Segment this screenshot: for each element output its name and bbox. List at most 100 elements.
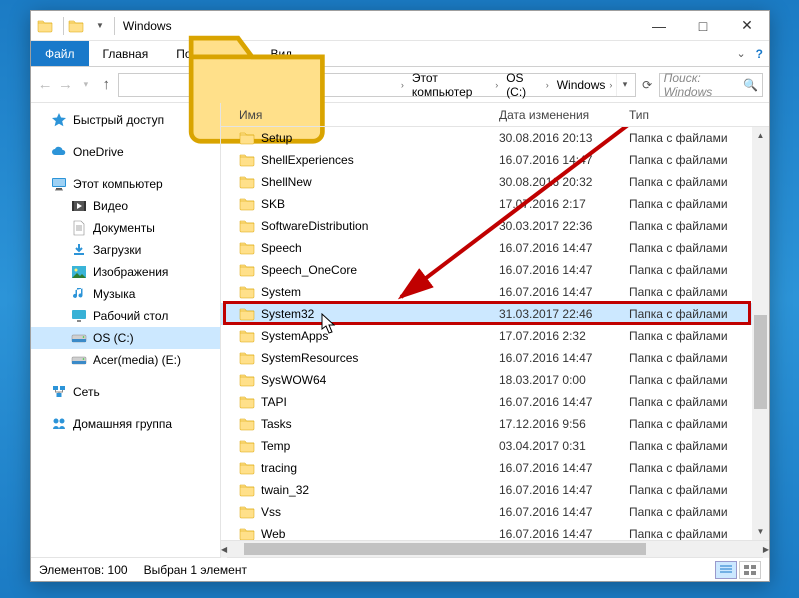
search-input[interactable]: Поиск: Windows 🔍 <box>659 73 763 97</box>
scroll-right-icon[interactable]: ▶ <box>763 541 769 558</box>
scrollbar-horizontal[interactable]: ◀ ▶ <box>221 540 769 557</box>
file-row[interactable]: tracing16.07.2016 14:47Папка с файлами <box>221 457 769 479</box>
column-headers[interactable]: Имя Дата изменения Тип <box>221 103 769 127</box>
file-date: 16.07.2016 14:47 <box>499 263 629 277</box>
file-date: 18.03.2017 0:00 <box>499 373 629 387</box>
breadcrumb-thispc[interactable]: Этот компьютер› <box>408 74 502 96</box>
folder-icon <box>239 394 255 410</box>
col-header-type[interactable]: Тип <box>629 108 752 122</box>
recent-dropdown-icon[interactable]: ▾ <box>78 72 94 98</box>
file-type: Папка с файлами <box>629 329 769 343</box>
breadcrumb-windows[interactable]: Windows› <box>553 74 617 96</box>
file-date: 17.07.2016 2:17 <box>499 197 629 211</box>
ribbon-help-icon[interactable]: ? <box>756 47 763 61</box>
file-list[interactable]: Setup30.08.2016 20:13Папка с файламиShel… <box>221 127 769 540</box>
osc-icon <box>71 330 87 346</box>
file-type: Папка с файлами <box>629 505 769 519</box>
folder-icon <box>239 350 255 366</box>
file-name: SKB <box>261 197 499 211</box>
col-header-date[interactable]: Дата изменения <box>499 108 629 122</box>
nav-onedrive[interactable]: OneDrive <box>31 141 220 163</box>
qat-properties-icon[interactable] <box>68 18 84 34</box>
documents-icon <box>71 220 87 236</box>
file-row[interactable]: ShellNew30.08.2016 20:32Папка с файлами <box>221 171 769 193</box>
nav-item-documents[interactable]: Документы <box>31 217 220 239</box>
file-name: SoftwareDistribution <box>261 219 499 233</box>
scroll-thumb-h[interactable] <box>244 543 645 555</box>
nav-item-acer[interactable]: Acer(media) (E:) <box>31 349 220 371</box>
breadcrumb-osc[interactable]: OS (C:)› <box>502 74 553 96</box>
file-name: SysWOW64 <box>261 373 499 387</box>
folder-icon <box>239 526 255 540</box>
address-bar[interactable]: › Этот компьютер› OS (C:)› Windows› ▾ <box>118 73 635 97</box>
scroll-down-icon[interactable]: ▼ <box>752 523 769 540</box>
search-icon: 🔍 <box>743 78 758 92</box>
view-details-button[interactable] <box>715 561 737 579</box>
nav-item-video[interactable]: Видео <box>31 195 220 217</box>
file-date: 30.08.2016 20:32 <box>499 175 629 189</box>
scroll-thumb[interactable] <box>754 315 767 410</box>
qat-dropdown-icon[interactable]: ▼ <box>96 21 104 30</box>
nav-item-desktop[interactable]: Рабочий стол <box>31 305 220 327</box>
file-type: Папка с файлами <box>629 175 769 189</box>
file-row[interactable]: Speech16.07.2016 14:47Папка с файлами <box>221 237 769 259</box>
star-icon <box>51 112 67 128</box>
close-button[interactable]: ✕ <box>725 11 769 40</box>
address-dropdown-icon[interactable]: ▾ <box>616 74 632 96</box>
file-row[interactable]: TAPI16.07.2016 14:47Папка с файлами <box>221 391 769 413</box>
file-row[interactable]: Temp03.04.2017 0:31Папка с файлами <box>221 435 769 457</box>
nav-network[interactable]: Сеть <box>31 381 220 403</box>
nav-item-music[interactable]: Музыка <box>31 283 220 305</box>
file-row[interactable]: twain_3216.07.2016 14:47Папка с файлами <box>221 479 769 501</box>
file-type: Папка с файлами <box>629 417 769 431</box>
nav-pane[interactable]: Быстрый доступ OneDrive Этот компьютер В… <box>31 103 221 557</box>
file-type: Папка с файлами <box>629 241 769 255</box>
nav-item-downloads[interactable]: Загрузки <box>31 239 220 261</box>
folder-icon <box>239 306 255 322</box>
file-row[interactable]: Speech_OneCore16.07.2016 14:47Папка с фа… <box>221 259 769 281</box>
pictures-icon <box>71 264 87 280</box>
view-icons-button[interactable] <box>739 561 761 579</box>
nav-homegroup[interactable]: Домашняя группа <box>31 413 220 435</box>
scroll-left-icon[interactable]: ◀ <box>221 541 227 558</box>
refresh-button[interactable]: ⟳ <box>640 73 655 97</box>
file-type: Папка с файлами <box>629 483 769 497</box>
breadcrumb-root-chevron[interactable]: › <box>393 74 408 96</box>
file-name: Speech <box>261 241 499 255</box>
file-row[interactable]: SysWOW6418.03.2017 0:00Папка с файлами <box>221 369 769 391</box>
nav-thispc[interactable]: Этот компьютер <box>31 173 220 195</box>
monitor-icon <box>51 176 67 192</box>
file-date: 16.07.2016 14:47 <box>499 241 629 255</box>
folder-icon <box>239 438 255 454</box>
scroll-up-icon[interactable]: ▲ <box>752 127 769 144</box>
ribbon-tab-file[interactable]: Файл <box>31 41 89 66</box>
file-row[interactable]: Tasks17.12.2016 9:56Папка с файлами <box>221 413 769 435</box>
nav-quick-access[interactable]: Быстрый доступ <box>31 109 220 131</box>
file-row[interactable]: SoftwareDistribution30.03.2017 22:36Папк… <box>221 215 769 237</box>
file-row[interactable]: ShellExperiences16.07.2016 14:47Папка с … <box>221 149 769 171</box>
file-row[interactable]: System16.07.2016 14:47Папка с файлами <box>221 281 769 303</box>
minimize-button[interactable]: — <box>637 11 681 40</box>
file-row[interactable]: System3231.03.2017 22:46Папка с файлами <box>221 303 769 325</box>
scrollbar-vertical[interactable]: ▲ ▼ <box>752 127 769 540</box>
file-row[interactable]: Vss16.07.2016 14:47Папка с файлами <box>221 501 769 523</box>
file-type: Папка с файлами <box>629 461 769 475</box>
folder-icon <box>239 482 255 498</box>
nav-item-pictures[interactable]: Изображения <box>31 261 220 283</box>
up-button[interactable]: ↑ <box>98 72 114 98</box>
file-row[interactable]: SystemApps17.07.2016 2:32Папка с файлами <box>221 325 769 347</box>
ribbon-expand-icon[interactable]: ⌄ <box>736 47 745 60</box>
maximize-button[interactable]: □ <box>681 11 725 40</box>
file-row[interactable]: Setup30.08.2016 20:13Папка с файлами <box>221 127 769 149</box>
col-header-name[interactable]: Имя <box>221 108 499 122</box>
nav-item-osc[interactable]: OS (C:) <box>31 327 220 349</box>
file-row[interactable]: Web16.07.2016 14:47Папка с файлами <box>221 523 769 540</box>
file-type: Папка с файлами <box>629 395 769 409</box>
folder-icon <box>239 372 255 388</box>
back-button[interactable]: ← <box>37 72 53 98</box>
file-row[interactable]: SKB17.07.2016 2:17Папка с файлами <box>221 193 769 215</box>
file-row[interactable]: SystemResources16.07.2016 14:47Папка с ф… <box>221 347 769 369</box>
statusbar: Элементов: 100 Выбран 1 элемент <box>31 557 769 581</box>
forward-button[interactable]: → <box>57 72 73 98</box>
folder-icon <box>239 416 255 432</box>
